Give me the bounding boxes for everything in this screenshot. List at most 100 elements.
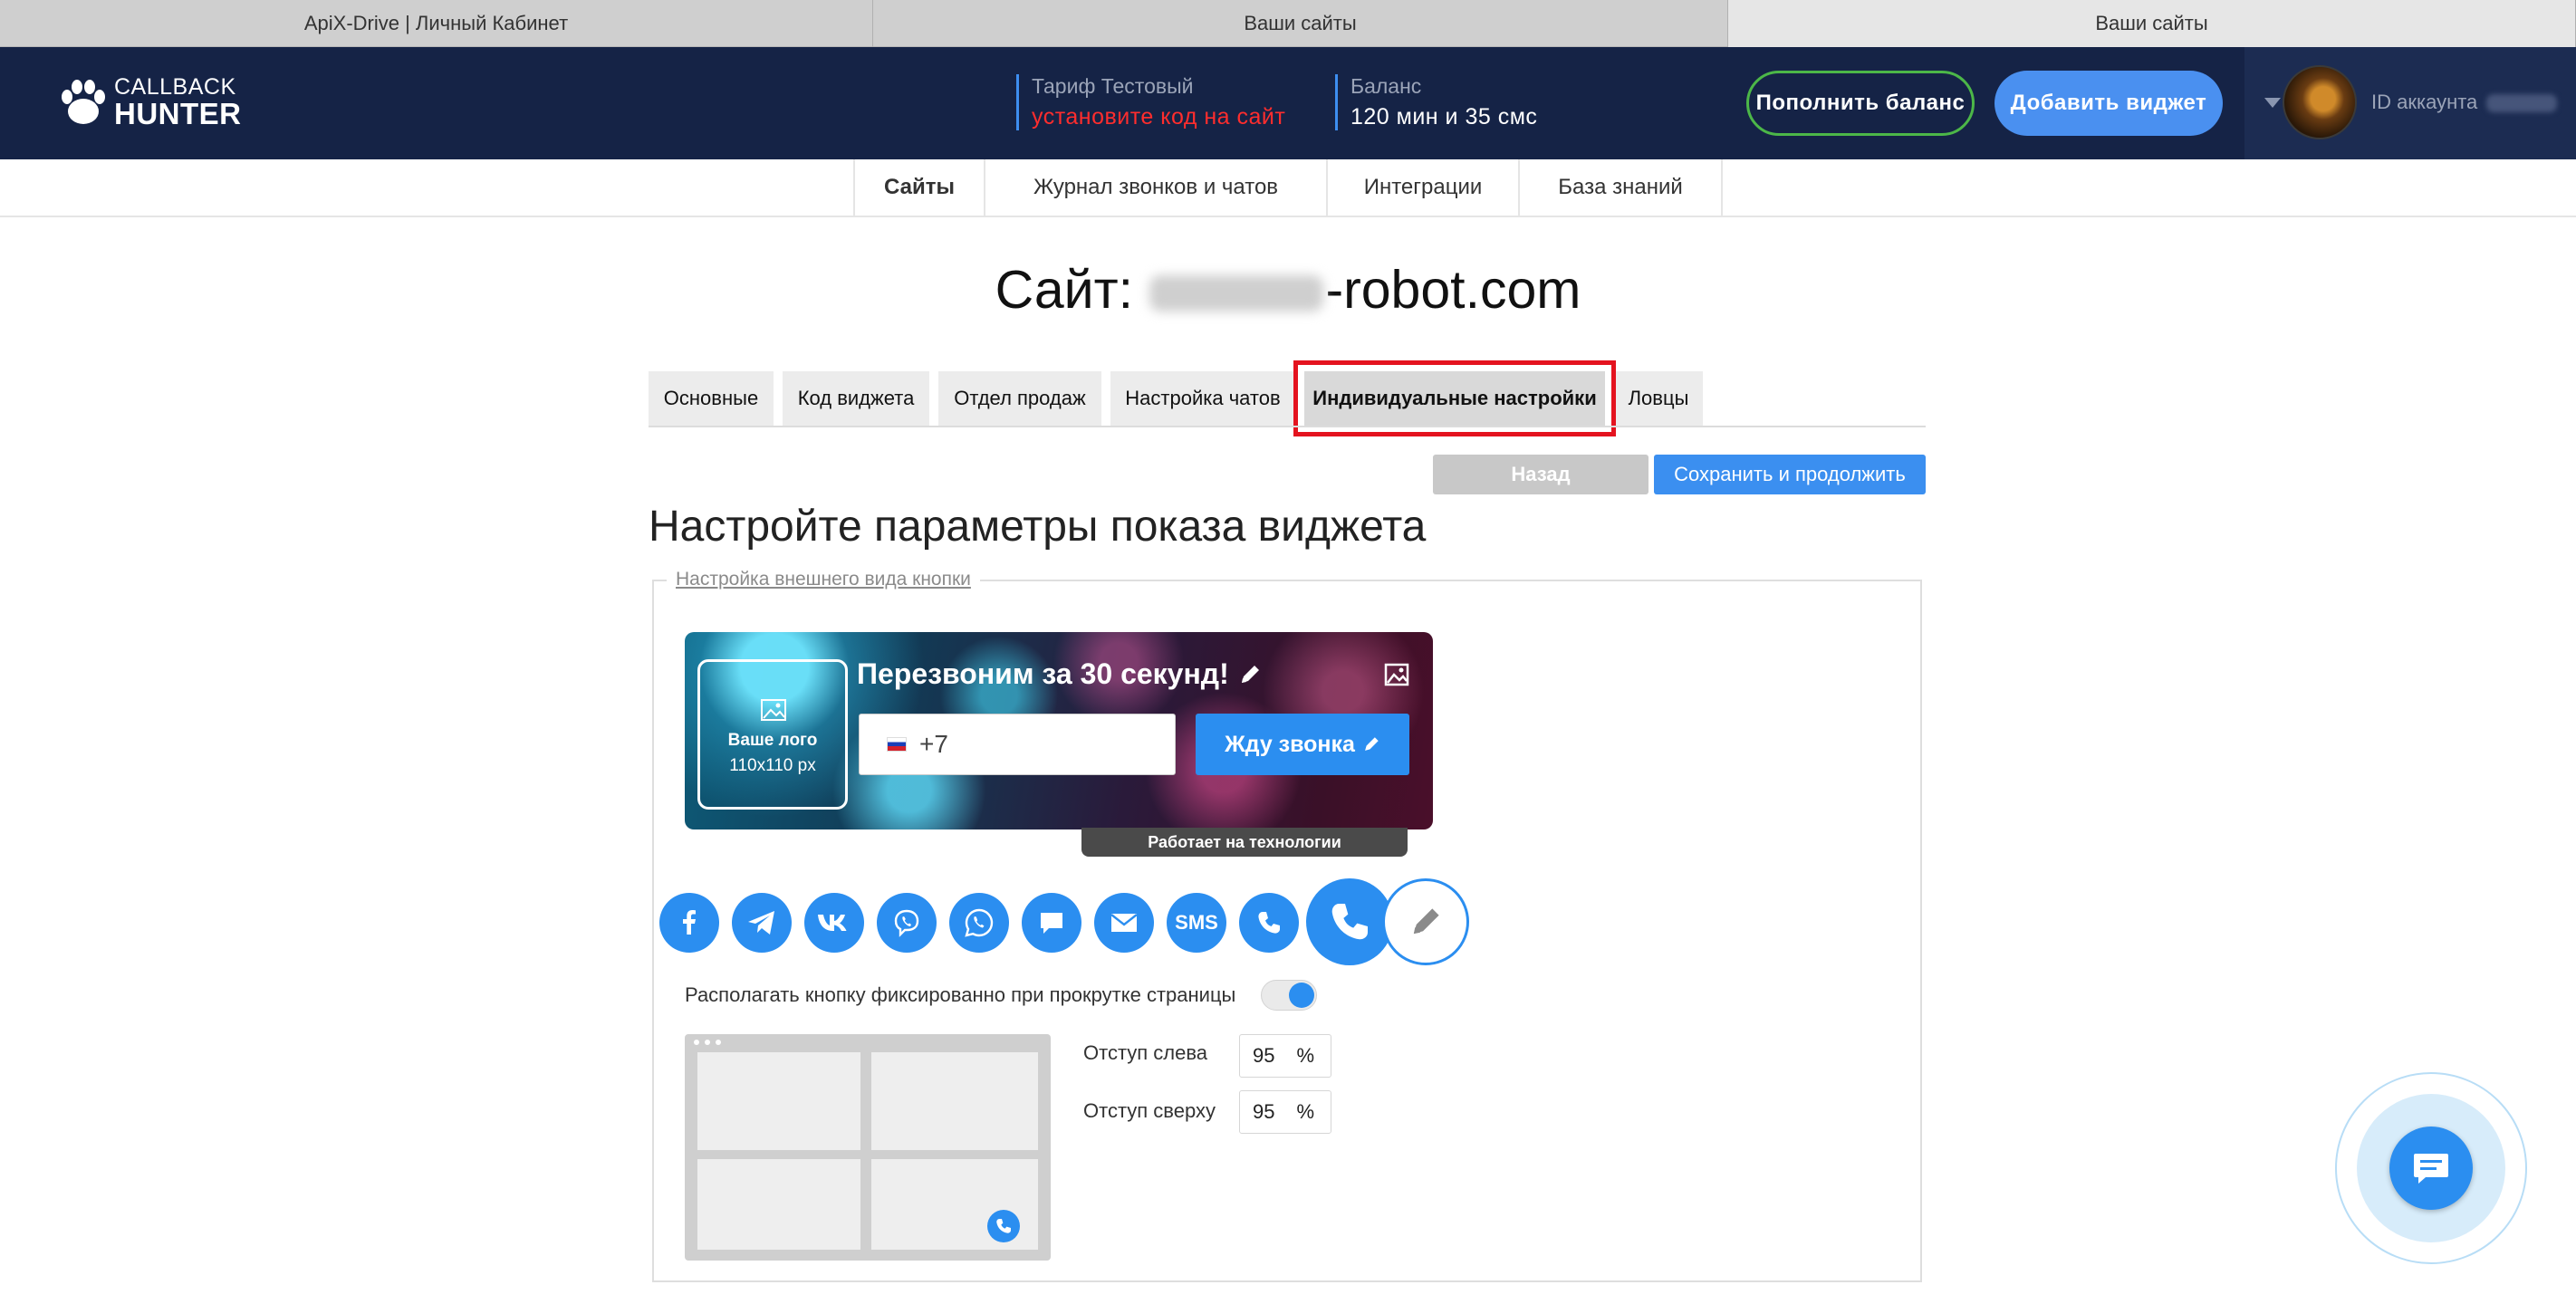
viber-button[interactable]	[877, 893, 937, 953]
telegram-icon	[748, 911, 774, 935]
background-image-icon[interactable]	[1384, 663, 1409, 686]
fieldset-legend[interactable]: Настройка внешнего вида кнопки	[667, 569, 980, 590]
tab-chat-settings[interactable]: Настройка чатов	[1110, 371, 1295, 426]
back-button[interactable]: Назад	[1433, 455, 1648, 494]
app-header: CALLBACK HUNTER Тариф Тестовый установит…	[0, 47, 2576, 159]
chat-bubble-icon	[2414, 1154, 2448, 1184]
nav-item-integrations[interactable]: Интеграции	[1326, 159, 1518, 216]
telegram-button[interactable]	[732, 893, 792, 953]
chat-icon	[1041, 913, 1062, 934]
offset-left-value: 95	[1253, 1044, 1275, 1067]
vk-button[interactable]	[804, 893, 864, 953]
fixed-position-toggle[interactable]	[1261, 980, 1317, 1011]
logo-placeholder-size: 110x110 px	[729, 756, 816, 775]
account-id-redacted	[2486, 94, 2558, 113]
tab-basic[interactable]: Основные	[649, 371, 774, 426]
add-widget-button[interactable]: Добавить виджет	[1994, 71, 2223, 136]
edit-channels-button[interactable]	[1382, 878, 1469, 965]
offset-left-input[interactable]: 95 %	[1239, 1034, 1331, 1078]
phone-icon	[1258, 912, 1280, 934]
balance-value: 120 мин и 35 смс	[1350, 104, 1538, 129]
nav-divider	[1721, 159, 1723, 216]
balance-label: Баланс	[1350, 74, 1422, 98]
phone-input[interactable]: +7	[859, 714, 1176, 775]
tab-sales-dept[interactable]: Отдел продаж	[938, 371, 1101, 426]
floating-chat-button[interactable]	[2389, 1127, 2473, 1210]
logo-upload[interactable]: Ваше лого 110x110 px	[697, 659, 848, 810]
email-button[interactable]	[1094, 893, 1154, 953]
sms-icon: SMS	[1175, 911, 1218, 934]
phone-button[interactable]	[1239, 893, 1299, 953]
offset-left-unit: %	[1296, 1044, 1314, 1067]
nav-item-call-log[interactable]: Журнал звонков и чатов	[984, 159, 1326, 216]
account-menu[interactable]: ID аккаунта	[2244, 47, 2576, 159]
caret-down-icon[interactable]	[2264, 98, 2281, 108]
avatar[interactable]	[2283, 65, 2357, 139]
phone-icon	[1331, 904, 1368, 940]
tabs-underline	[649, 426, 1926, 427]
preview-cell	[697, 1052, 860, 1150]
powered-by-label[interactable]: Работает на технологии	[1081, 828, 1408, 857]
account-id-label: ID аккаунта	[2371, 91, 2478, 113]
domain-redacted	[1149, 275, 1324, 312]
whatsapp-button[interactable]	[949, 893, 1009, 953]
nav-item-sites[interactable]: Сайты	[853, 159, 984, 216]
email-icon	[1110, 914, 1138, 932]
nav-item-knowledge-base[interactable]: База знаний	[1518, 159, 1721, 216]
viber-icon	[894, 909, 919, 937]
main-call-button[interactable]	[1306, 878, 1393, 965]
section-heading: Настройте параметры показа виджета	[649, 503, 1427, 551]
preview-widget-marker[interactable]	[987, 1210, 1020, 1242]
phone-prefix: +7	[919, 730, 948, 758]
balance-info: Баланс 120 мин и 35 смс	[1335, 74, 1537, 130]
page-title: Сайт: -robot.com	[0, 259, 2576, 321]
sms-button[interactable]: SMS	[1167, 893, 1226, 953]
tab-widget-code[interactable]: Код виджета	[783, 371, 929, 426]
russia-flag-icon	[887, 737, 907, 752]
position-preview	[685, 1034, 1051, 1261]
chat-button[interactable]	[1022, 893, 1081, 953]
tariff-status[interactable]: установите код на сайт	[1032, 104, 1285, 130]
offset-left-label: Отступ слева	[1083, 1041, 1208, 1064]
browser-tab-apix[interactable]: ApiX-Drive | Личный Кабинет	[0, 0, 873, 47]
browser-tab-sites-2[interactable]: Ваши сайты	[1728, 0, 2576, 47]
preview-cell	[871, 1052, 1038, 1150]
widget-heading-text: Перезвоним за 30 секунд!	[857, 657, 1229, 690]
browser-tab-title: Ваши сайты	[1244, 12, 1357, 34]
callbackhunter-logo[interactable]: CALLBACK HUNTER	[60, 76, 242, 129]
image-icon	[761, 699, 786, 721]
logo-line-2: HUNTER	[114, 97, 242, 130]
call-me-button[interactable]: Жду звонка	[1196, 714, 1409, 775]
pencil-icon	[1413, 908, 1439, 935]
paw-icon	[60, 77, 107, 128]
browser-tab-strip: ApiX-Drive | Личный Кабинет Ваши сайты В…	[0, 0, 2576, 47]
fixed-position-label: Располагать кнопку фиксированно при прок…	[685, 983, 1236, 1006]
vk-icon	[818, 915, 847, 931]
facebook-icon	[683, 910, 696, 935]
facebook-button[interactable]	[659, 893, 719, 953]
whatsapp-icon	[965, 908, 994, 937]
browser-tab-title: ApiX-Drive | Личный Кабинет	[303, 12, 569, 34]
pencil-icon[interactable]	[1238, 663, 1262, 686]
main-nav: Сайты Журнал звонков и чатов Интеграции …	[0, 159, 2576, 217]
tariff-info: Тариф Тестовый установите код на сайт	[1016, 74, 1285, 130]
offset-top-value: 95	[1253, 1100, 1275, 1123]
pencil-icon[interactable]	[1362, 735, 1380, 753]
topup-balance-button[interactable]: Пополнить баланс	[1746, 71, 1975, 136]
widget-heading[interactable]: Перезвоним за 30 секунд!	[857, 657, 1262, 691]
offset-top-unit: %	[1296, 1100, 1314, 1123]
offset-top-label: Отступ сверху	[1083, 1099, 1216, 1122]
toggle-knob	[1289, 983, 1314, 1008]
browser-tab-title: Ваши сайты	[2095, 12, 2208, 34]
page-title-prefix: Сайт:	[995, 260, 1134, 320]
phone-icon	[996, 1219, 1011, 1233]
tab-catchers[interactable]: Ловцы	[1614, 371, 1703, 426]
save-continue-button[interactable]: Сохранить и продолжить	[1654, 455, 1926, 494]
call-me-button-label: Жду звонка	[1225, 731, 1355, 757]
browser-tab-sites-1[interactable]: Ваши сайты	[873, 0, 1728, 47]
account-id: ID аккаунта	[2371, 91, 2558, 114]
preview-cell	[697, 1159, 860, 1250]
window-dots-icon	[694, 1040, 721, 1045]
offset-top-input[interactable]: 95 %	[1239, 1090, 1331, 1134]
logo-placeholder-title: Ваше лого	[727, 731, 818, 750]
